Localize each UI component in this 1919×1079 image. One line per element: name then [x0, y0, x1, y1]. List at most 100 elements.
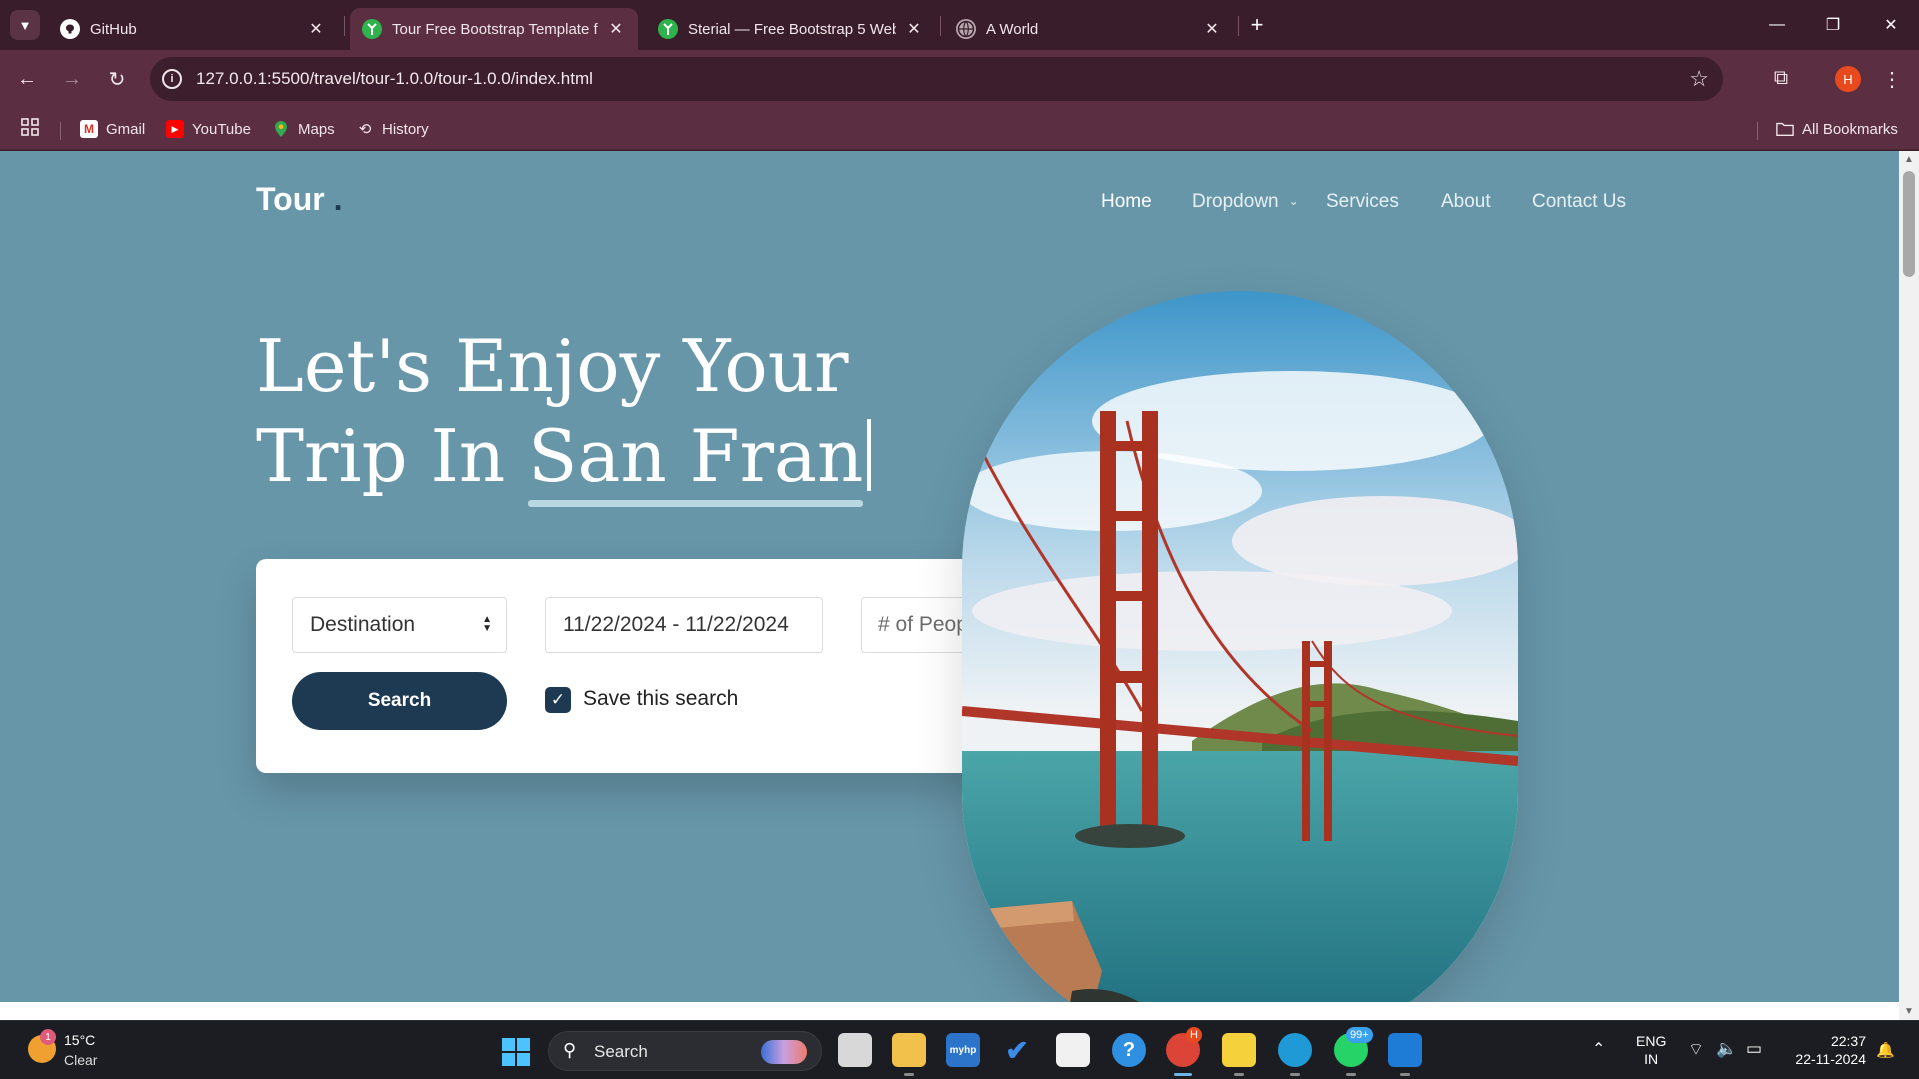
forward-button[interactable]: →	[57, 64, 87, 94]
get-help-icon[interactable]: ?	[1112, 1033, 1146, 1067]
save-search-label[interactable]: Save this search	[583, 687, 738, 711]
vscode-icon[interactable]	[1388, 1033, 1422, 1067]
new-tab-button[interactable]: +	[1244, 12, 1270, 38]
chevron-down-icon: ▼	[18, 17, 32, 33]
mytp-app-icon[interactable]: myhp	[946, 1033, 980, 1067]
bookmark-history[interactable]: ⟲ History	[356, 118, 429, 140]
scrollbar-thumb[interactable]	[1903, 171, 1915, 277]
reload-button[interactable]: ↻	[102, 64, 132, 94]
url-text[interactable]: 127.0.0.1:5500/travel/tour-1.0.0/tour-1.…	[196, 69, 593, 89]
bookmark-youtube[interactable]: ▶ YouTube	[166, 118, 251, 140]
windows-taskbar: 1 15°C Clear ⚲ Search myhp ✔ ? H 99+ ⌃ E…	[0, 1020, 1919, 1079]
tab-github[interactable]: GitHub ✕	[48, 8, 338, 50]
bookmark-maps[interactable]: Maps	[272, 118, 335, 140]
sticky-notes-icon[interactable]	[1222, 1033, 1256, 1067]
weather-badge: 1	[40, 1029, 56, 1045]
nav-home[interactable]: Home	[1101, 191, 1152, 213]
bookmark-label: Maps	[298, 120, 335, 138]
hero-line-2-prefix: Trip In	[256, 414, 529, 498]
edge-icon[interactable]	[1278, 1033, 1312, 1067]
plus-icon: +	[1250, 12, 1264, 37]
typing-cursor	[867, 419, 872, 491]
nav-label: Contact Us	[1532, 191, 1626, 212]
scroll-down-icon[interactable]: ▼	[1904, 1006, 1914, 1017]
tab-sterial[interactable]: Sterial — Free Bootstrap 5 Web ✕	[646, 8, 936, 50]
bookmark-label: Gmail	[106, 120, 146, 138]
microsoft-store-icon[interactable]	[1056, 1033, 1090, 1067]
notification-bell-icon[interactable]: 🔔	[1876, 1041, 1895, 1059]
bookmark-star-icon[interactable]: ☆	[1689, 66, 1709, 92]
close-icon[interactable]: ✕	[306, 19, 326, 39]
scroll-up-icon[interactable]: ▲	[1904, 154, 1914, 165]
site-logo[interactable]: Tour .	[256, 181, 343, 218]
search-button[interactable]: Search	[292, 672, 507, 730]
checkmark-icon: ✓	[550, 690, 566, 709]
profile-avatar[interactable]: H	[1835, 66, 1861, 92]
typed-destination: San Fran	[528, 411, 864, 507]
app-running-indicator	[904, 1073, 914, 1076]
apps-grid-button[interactable]	[20, 118, 40, 140]
windows-start-icon[interactable]	[502, 1038, 530, 1066]
page-scrollbar[interactable]: ▲ ▼	[1899, 151, 1919, 1020]
address-bar[interactable]: i 127.0.0.1:5500/travel/tour-1.0.0/tour-…	[150, 57, 1723, 101]
task-view-icon[interactable]	[838, 1033, 872, 1067]
tab-search-button[interactable]: ▼	[10, 10, 40, 40]
tab-title: A World	[986, 20, 1039, 38]
close-icon[interactable]: ✕	[904, 19, 924, 39]
taskbar-search[interactable]: ⚲ Search	[548, 1031, 822, 1071]
leaf-icon	[362, 19, 382, 39]
bookmark-label: All Bookmarks	[1802, 120, 1898, 138]
kebab-menu-icon[interactable]: ⋮	[1882, 64, 1902, 94]
weather-temperature[interactable]: 15°C	[64, 1032, 95, 1048]
page-bottom-section	[0, 1002, 1899, 1020]
battery-icon[interactable]: ▭	[1746, 1039, 1762, 1059]
globe-icon	[956, 19, 976, 39]
volume-icon[interactable]: 🔈	[1716, 1039, 1737, 1059]
search-icon: ⚲	[563, 1040, 577, 1060]
system-clock[interactable]: 22:37 22-11-2024	[1786, 1032, 1866, 1068]
app-running-indicator	[1234, 1073, 1244, 1076]
file-explorer-icon[interactable]	[892, 1033, 926, 1067]
nav-contact-us[interactable]: Contact Us	[1532, 191, 1626, 213]
trip-search-form: Destination ▲ ▼ 11/22/2024 - 11/22/2024 #…	[256, 559, 1050, 773]
date-range-input[interactable]: 11/22/2024 - 11/22/2024	[545, 597, 823, 653]
close-icon[interactable]: ✕	[606, 19, 626, 39]
minimize-button[interactable]: —	[1762, 10, 1792, 40]
arrow-left-icon: ←	[17, 67, 37, 90]
bookmarks-separator	[60, 122, 61, 140]
destination-select[interactable]: Destination ▲ ▼	[292, 597, 507, 653]
apps-grid-icon	[20, 117, 40, 141]
all-bookmarks-button[interactable]: All Bookmarks	[1776, 118, 1898, 140]
bookmark-gmail[interactable]: M Gmail	[80, 118, 145, 140]
restore-button[interactable]: ❐	[1818, 10, 1848, 40]
gmail-icon: M	[80, 120, 98, 138]
brand-text: Tour	[256, 181, 325, 217]
tab-tour-template[interactable]: Tour Free Bootstrap Template fo ✕	[350, 8, 638, 50]
clock-date: 22-11-2024	[1795, 1051, 1866, 1067]
nav-dropdown[interactable]: Dropdown ⌄	[1192, 191, 1299, 213]
tab-separator	[1238, 16, 1239, 36]
tab-a-world[interactable]: A World ✕	[944, 8, 1234, 50]
wifi-icon[interactable]: ⌔	[1688, 1039, 1704, 1060]
back-button[interactable]: ←	[12, 64, 42, 94]
history-icon: ⟲	[358, 121, 372, 138]
search-highlight-icon	[761, 1040, 807, 1064]
tray-chevron-up-icon[interactable]: ⌃	[1592, 1039, 1605, 1059]
extensions-icon[interactable]: ⧉	[1768, 65, 1794, 91]
site-info-icon[interactable]: i	[162, 69, 182, 89]
tab-title: Sterial — Free Bootstrap 5 Web	[688, 20, 896, 38]
nav-services[interactable]: Services	[1326, 191, 1399, 213]
close-icon[interactable]: ✕	[1202, 19, 1222, 39]
save-search-checkbox[interactable]: ✓	[545, 687, 571, 713]
close-icon: ✕	[1884, 17, 1898, 34]
bookmark-label: History	[382, 120, 429, 138]
lang-line-1: ENG	[1636, 1033, 1667, 1049]
todo-check-icon[interactable]: ✔	[1000, 1033, 1034, 1067]
chrome-profile-badge: H	[1186, 1027, 1202, 1043]
nav-about[interactable]: About	[1441, 191, 1491, 213]
close-window-button[interactable]: ✕	[1876, 10, 1906, 40]
weather-description[interactable]: Clear	[64, 1052, 97, 1068]
date-range-value: 11/22/2024 - 11/22/2024	[563, 613, 789, 636]
language-indicator[interactable]: ENG IN	[1636, 1032, 1666, 1068]
maps-icon	[272, 120, 290, 138]
